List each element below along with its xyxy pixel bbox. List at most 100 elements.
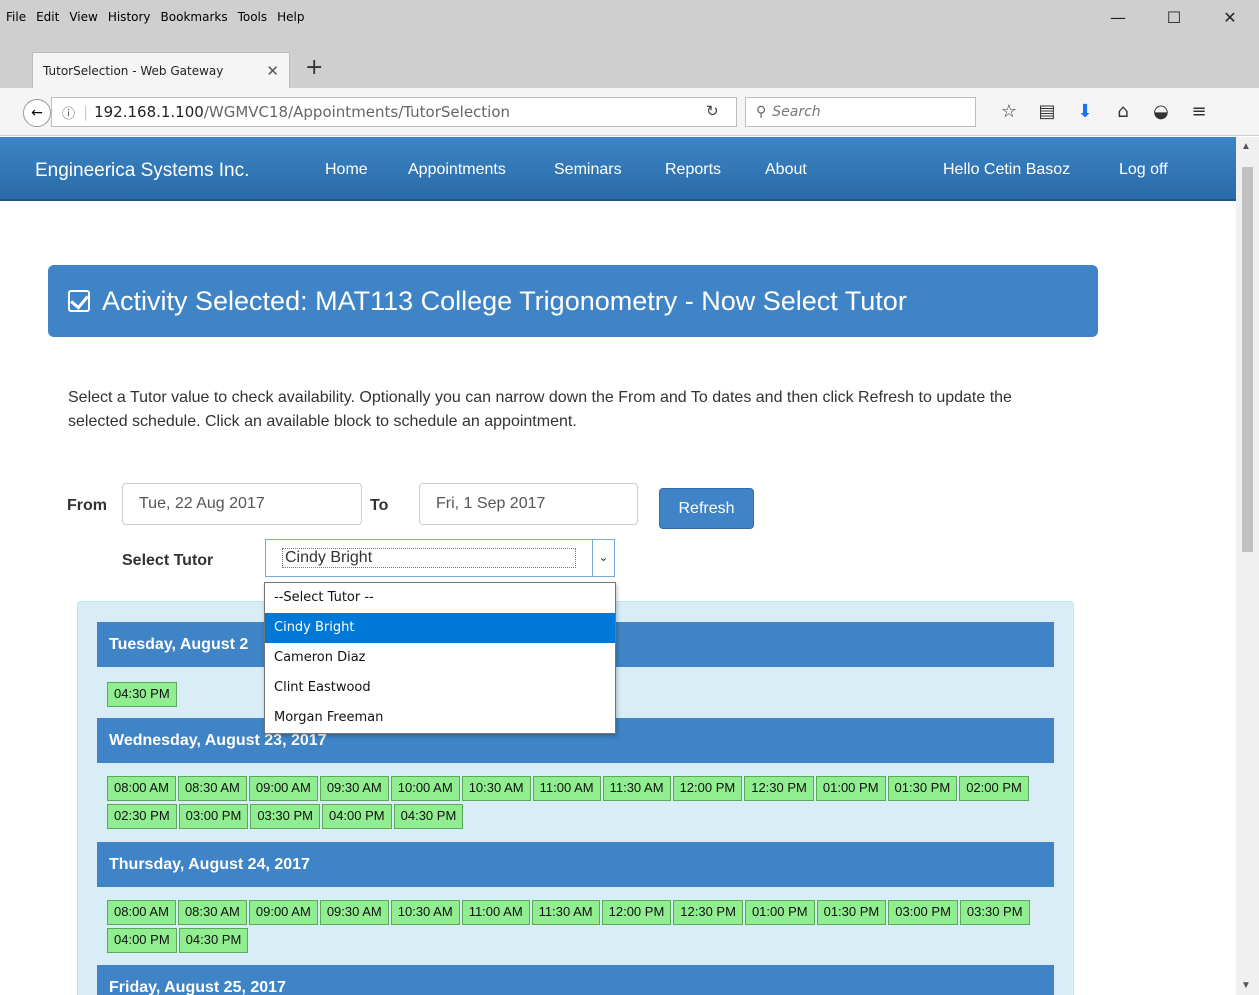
page-scrollbar[interactable]: ▲ ▼: [1236, 137, 1259, 995]
time-slot-button[interactable]: 08:00 AM: [107, 776, 176, 801]
time-slot-button[interactable]: 08:30 AM: [177, 900, 247, 925]
menu-edit[interactable]: Edit: [36, 10, 59, 24]
menu-bar: File Edit View History Bookmarks Tools H…: [0, 0, 1259, 50]
info-icon[interactable]: ⓘ: [62, 103, 75, 122]
time-slot-button[interactable]: 04:30 PM: [393, 804, 464, 829]
hamburger-menu-icon[interactable]: ≡: [1180, 101, 1218, 122]
pocket-icon[interactable]: ◒: [1142, 101, 1180, 122]
to-date-field[interactable]: Fri, 1 Sep 2017: [419, 483, 638, 525]
search-placeholder: Search: [772, 104, 821, 120]
from-date-field[interactable]: Tue, 22 Aug 2017: [122, 483, 362, 525]
nav-appointments[interactable]: Appointments: [408, 161, 506, 179]
download-icon[interactable]: ⬇: [1066, 101, 1104, 122]
time-slot-button[interactable]: 11:00 AM: [532, 776, 601, 801]
site-navbar: Engineerica Systems Inc. Home Appointmen…: [0, 137, 1236, 201]
chevron-down-icon[interactable]: ⌄: [592, 540, 614, 576]
menu-list: File Edit View History Bookmarks Tools H…: [6, 10, 305, 24]
to-label: To: [370, 497, 389, 514]
time-slot-button[interactable]: 01:00 PM: [744, 900, 815, 925]
time-slot-button[interactable]: 10:00 AM: [390, 776, 460, 801]
select-tutor-label: Select Tutor: [122, 552, 214, 569]
url-host: 192.168.1.100: [94, 103, 204, 121]
tutor-option[interactable]: Morgan Freeman: [265, 703, 615, 733]
time-slot-button[interactable]: 01:30 PM: [816, 900, 887, 925]
page-title: Activity Selected: MAT113 College Trigon…: [102, 285, 907, 316]
time-slot-button[interactable]: 09:00 AM: [248, 776, 318, 801]
day-slots: 08:00 AM 08:30 AM 09:00 AM 09:30 AM 10:00 AM…: [107, 776, 1052, 829]
instructions-text: Select a Tutor value to check availabili…: [68, 389, 1012, 430]
time-slot-button[interactable]: 02:00 PM: [959, 776, 1029, 801]
time-slot-button[interactable]: 12:30 PM: [744, 776, 814, 801]
url-path: /WGMVC18/Appointments/TutorSelection: [203, 103, 511, 121]
nav-logoff[interactable]: Log off: [1119, 161, 1168, 179]
scroll-thumb[interactable]: [1242, 167, 1253, 552]
home-icon[interactable]: ⌂: [1104, 101, 1142, 122]
menu-tools[interactable]: Tools: [238, 10, 268, 24]
minimize-button[interactable]: —: [1090, 8, 1146, 27]
menu-help[interactable]: Help: [277, 10, 304, 24]
day-heading: Thursday, August 24, 2017: [97, 842, 1054, 887]
menu-file[interactable]: File: [6, 10, 26, 24]
page-viewport: Engineerica Systems Inc. Home Appointmen…: [0, 137, 1259, 995]
nav-about[interactable]: About: [765, 161, 807, 179]
time-slot-button[interactable]: 03:30 PM: [250, 804, 320, 829]
tutor-option[interactable]: Cameron Diaz: [265, 643, 615, 673]
time-slot-button[interactable]: 03:00 PM: [888, 900, 958, 925]
close-window-button[interactable]: ✕: [1202, 8, 1258, 27]
scroll-down-icon[interactable]: ▼: [1241, 980, 1251, 991]
tutor-option-selected[interactable]: Cindy Bright: [265, 613, 615, 643]
scroll-up-icon[interactable]: ▲: [1241, 141, 1251, 152]
nav-reports[interactable]: Reports: [665, 161, 721, 179]
reload-icon[interactable]: ↻: [706, 102, 719, 120]
back-button[interactable]: ←: [23, 99, 51, 127]
time-slot-button[interactable]: 04:00 PM: [107, 928, 177, 953]
time-slot-button[interactable]: 12:00 PM: [601, 900, 672, 925]
tutor-option[interactable]: --Select Tutor --: [265, 583, 615, 613]
menu-history[interactable]: History: [108, 10, 151, 24]
bookmark-star-icon[interactable]: ☆: [990, 101, 1028, 122]
browser-tab[interactable]: TutorSelection - Web Gateway ✕: [32, 52, 290, 88]
tab-close-icon[interactable]: ✕: [266, 62, 279, 80]
time-slot-button[interactable]: 11:30 AM: [602, 776, 671, 801]
time-slot-button[interactable]: 10:30 AM: [461, 776, 531, 801]
time-slot-button[interactable]: 09:30 AM: [319, 776, 389, 801]
nav-home[interactable]: Home: [325, 161, 368, 179]
time-slot-button[interactable]: 09:00 AM: [248, 900, 318, 925]
tutor-option[interactable]: Clint Eastwood: [265, 673, 615, 703]
toolbar-icons: ☆ ▤ ⬇ ⌂ ◒ ≡: [990, 101, 1218, 122]
brand-link[interactable]: Engineerica Systems Inc.: [35, 160, 249, 182]
search-input[interactable]: ⚲ Search: [745, 97, 976, 127]
time-slot-button[interactable]: 03:30 PM: [959, 900, 1030, 925]
address-bar[interactable]: ⓘ | 192.168.1.100/WGMVC18/Appointments/T…: [51, 97, 737, 127]
nav-seminars[interactable]: Seminars: [554, 161, 622, 179]
time-slot-button[interactable]: 09:30 AM: [319, 900, 389, 925]
refresh-button[interactable]: Refresh: [659, 488, 754, 529]
nav-greeting[interactable]: Hello Cetin Basoz: [943, 161, 1070, 179]
time-slot-button[interactable]: 11:00 AM: [461, 900, 530, 925]
time-slot-button[interactable]: 01:30 PM: [887, 776, 958, 801]
tutor-select[interactable]: Cindy Bright ⌄: [265, 539, 615, 577]
new-tab-button[interactable]: +: [305, 55, 323, 80]
from-label: From: [67, 497, 107, 514]
day-heading: Friday, August 25, 2017: [97, 965, 1054, 995]
window-controls: — ☐ ✕: [1090, 8, 1258, 27]
reader-list-icon[interactable]: ▤: [1028, 101, 1066, 122]
time-slot-button[interactable]: 03:00 PM: [178, 804, 249, 829]
time-slot-button[interactable]: 04:00 PM: [321, 804, 392, 829]
time-slot-button[interactable]: 08:00 AM: [107, 900, 176, 925]
activity-panel-heading: Activity Selected: MAT113 College Trigon…: [48, 265, 1098, 337]
time-slot-button[interactable]: 12:00 PM: [672, 776, 743, 801]
time-slot-button[interactable]: 11:30 AM: [531, 900, 600, 925]
time-slot-button[interactable]: 10:30 AM: [390, 900, 460, 925]
time-slot-button[interactable]: 04:30 PM: [178, 928, 249, 953]
time-slot-button[interactable]: 02:30 PM: [107, 804, 177, 829]
maximize-button[interactable]: ☐: [1146, 8, 1202, 27]
menu-view[interactable]: View: [69, 10, 97, 24]
day-slots: 08:00 AM 08:30 AM 09:00 AM 09:30 AM 10:30 AM…: [107, 900, 1052, 953]
tutor-dropdown-list: --Select Tutor -- Cindy Bright Cameron D…: [264, 582, 616, 734]
time-slot-button[interactable]: 12:30 PM: [673, 900, 743, 925]
menu-bookmarks[interactable]: Bookmarks: [161, 10, 228, 24]
time-slot-button[interactable]: 01:00 PM: [815, 776, 886, 801]
time-slot-button[interactable]: 08:30 AM: [177, 776, 247, 801]
time-slot-button[interactable]: 04:30 PM: [107, 682, 177, 707]
